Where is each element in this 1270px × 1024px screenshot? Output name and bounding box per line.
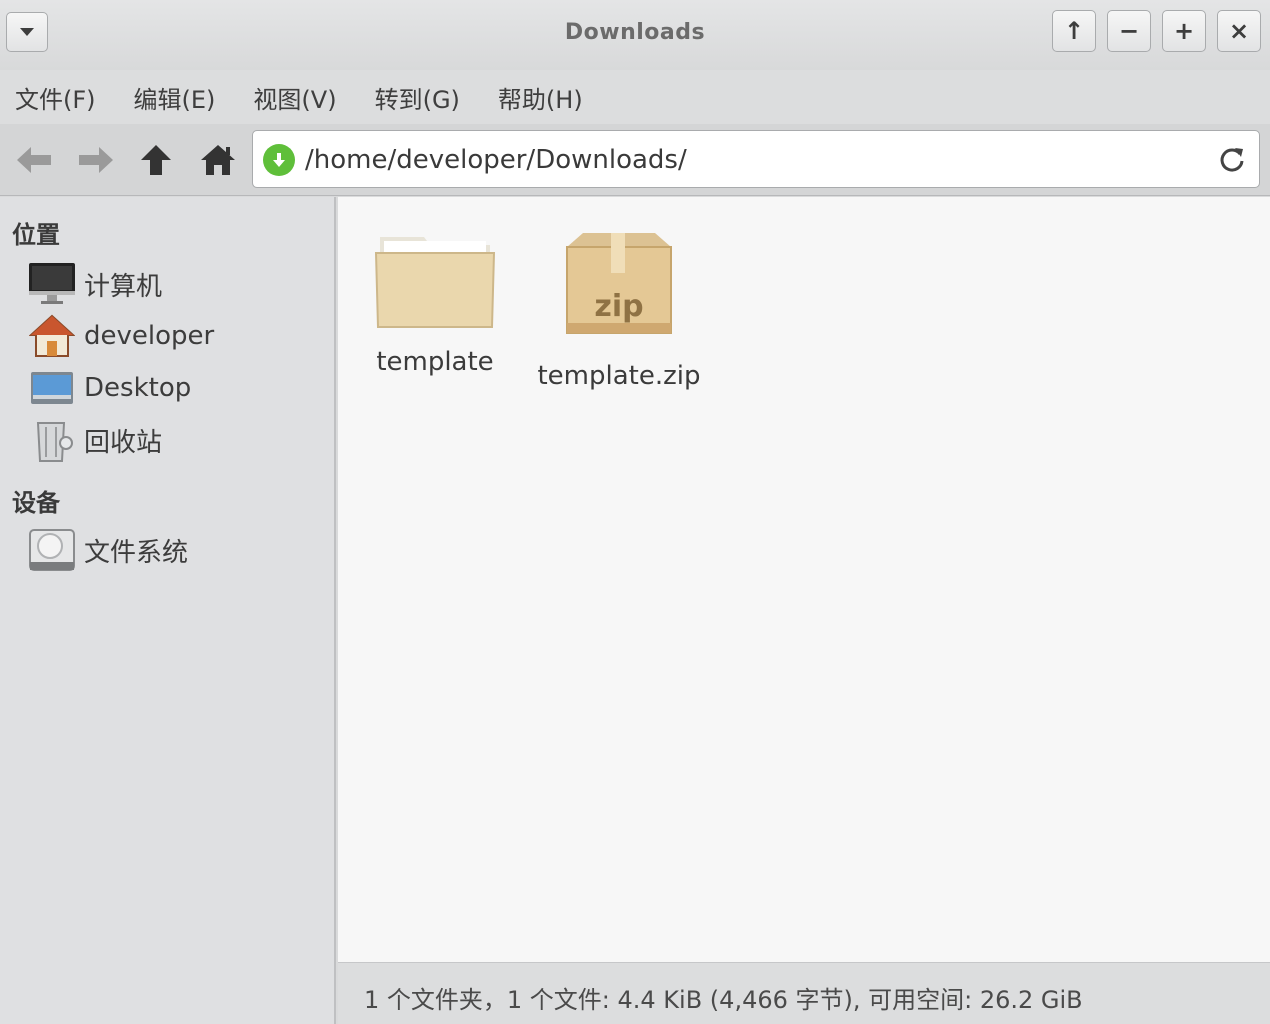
home-folder-icon bbox=[26, 311, 78, 361]
sidebar-item-developer[interactable]: developer bbox=[26, 311, 214, 361]
sidebar-item-label: Desktop bbox=[84, 373, 192, 403]
location-path[interactable]: /home/developer/Downloads/ bbox=[305, 145, 687, 175]
trash-icon bbox=[26, 415, 78, 465]
menu-help[interactable]: 帮助(H) bbox=[483, 80, 598, 115]
toolbar: /home/developer/Downloads/ bbox=[0, 124, 1270, 196]
reload-button[interactable] bbox=[1215, 141, 1249, 177]
menu-bar: 文件(F) 编辑(E) 视图(V) 转到(G) 帮助(H) bbox=[0, 70, 1270, 124]
maximize-button[interactable]: + bbox=[1162, 10, 1206, 52]
title-bar: Downloads ↑ − + × bbox=[0, 0, 1270, 70]
file-name: template.zip bbox=[537, 361, 701, 391]
forward-button[interactable] bbox=[74, 138, 118, 182]
home-icon bbox=[201, 145, 235, 175]
file-name: template bbox=[376, 347, 494, 377]
close-button[interactable]: × bbox=[1217, 10, 1261, 52]
sidebar: 位置 计算机 developer Desktop 回收站 设备 文件系统 bbox=[0, 197, 336, 1024]
file-item-template[interactable]: template bbox=[364, 227, 506, 377]
home-button[interactable] bbox=[196, 138, 240, 182]
sidebar-item-label: 计算机 bbox=[84, 271, 163, 302]
status-bar: 1 个文件夹，1 个文件: 4.4 KiB (4,466 字节), 可用空间: … bbox=[338, 962, 1270, 1024]
up-arrow-icon bbox=[141, 145, 171, 175]
location-bar[interactable]: /home/developer/Downloads/ bbox=[252, 130, 1260, 188]
forward-arrow-icon bbox=[79, 147, 113, 173]
sidebar-item-label: 回收站 bbox=[84, 427, 163, 458]
download-location-icon bbox=[263, 144, 295, 176]
sidebar-item-trash[interactable]: 回收站 bbox=[26, 415, 162, 465]
file-item-template-zip[interactable]: zip template.zip bbox=[534, 227, 704, 391]
reload-icon bbox=[1220, 148, 1244, 172]
menu-edit[interactable]: 编辑(E) bbox=[119, 80, 231, 115]
minimize-button[interactable]: − bbox=[1107, 10, 1151, 52]
back-button[interactable] bbox=[12, 138, 56, 182]
maximize-up-button[interactable]: ↑ bbox=[1052, 10, 1096, 52]
up-button[interactable] bbox=[134, 138, 178, 182]
zip-badge: zip bbox=[594, 289, 644, 324]
menu-view[interactable]: 视图(V) bbox=[238, 80, 351, 115]
drive-icon bbox=[26, 525, 78, 575]
back-arrow-icon bbox=[17, 147, 51, 173]
devices-section-title: 设备 bbox=[12, 489, 60, 517]
menu-go[interactable]: 转到(G) bbox=[360, 80, 475, 115]
sidebar-item-label: 文件系统 bbox=[84, 537, 189, 568]
places-section-title: 位置 bbox=[12, 221, 60, 249]
computer-icon bbox=[26, 259, 78, 309]
sidebar-item-desktop[interactable]: Desktop bbox=[26, 363, 191, 413]
desktop-icon bbox=[26, 363, 78, 413]
folder-icon bbox=[374, 237, 496, 328]
status-text: 1 个文件夹，1 个文件: 4.4 KiB (4,466 字节), 可用空间: … bbox=[364, 986, 1083, 1014]
menu-file[interactable]: 文件(F) bbox=[0, 80, 111, 115]
file-view: template zip template.zip bbox=[338, 197, 1270, 962]
sidebar-item-computer[interactable]: 计算机 bbox=[26, 259, 162, 309]
sidebar-item-filesystem[interactable]: 文件系统 bbox=[26, 525, 188, 575]
sidebar-item-label: developer bbox=[84, 321, 215, 351]
